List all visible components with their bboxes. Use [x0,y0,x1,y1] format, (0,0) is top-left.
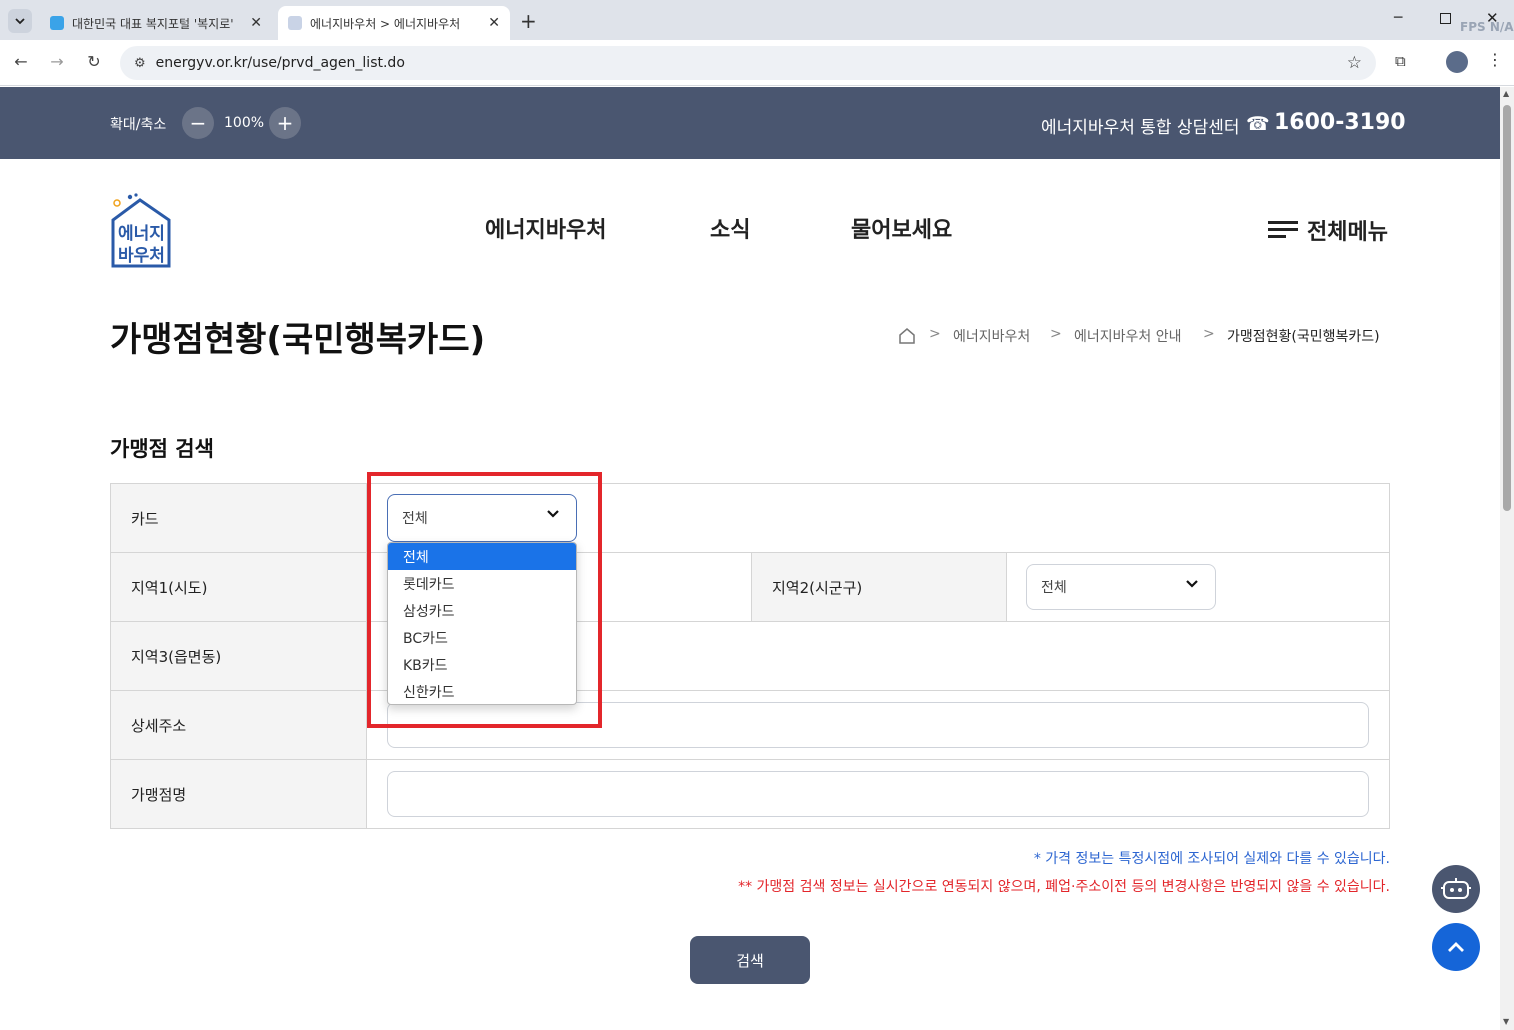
zoom-value: 100% [224,115,265,131]
address-label: 상세주소 [111,691,367,759]
page-scrollbar[interactable]: ▲ ▼ [1500,87,1514,1030]
region3-label: 지역3(읍면동) [111,622,367,690]
forward-icon[interactable]: → [46,52,68,71]
scroll-down-arrow-icon[interactable]: ▼ [1503,1017,1509,1026]
bokjiro-favicon-icon [50,16,64,30]
document-favicon-icon [288,16,302,30]
maximize-window-button[interactable] [1440,13,1451,24]
tab-title: 대한민국 대표 복지포털 '복지로' [72,16,234,31]
highlight-box [367,472,602,728]
chevron-down-icon [15,18,25,25]
chatbot-button[interactable] [1432,865,1480,913]
close-tab-icon[interactable]: ✕ [250,15,262,31]
all-menu-button[interactable]: 전체메뉴 [1268,214,1388,246]
chevron-down-icon [1186,580,1198,588]
card-label: 카드 [111,484,367,552]
scroll-up-arrow-icon[interactable]: ▲ [1503,89,1509,98]
nav-news[interactable]: 소식 [710,212,750,244]
bookmark-star-icon[interactable]: ☆ [1347,53,1362,73]
call-center-label: 에너지바우처 통합 상담센터 [1041,118,1240,138]
fps-overlay: FPS N/A [1460,20,1514,34]
page-title: 가맹점현황(국민행복카드) [110,320,486,360]
minimize-window-button[interactable]: ─ [1394,10,1402,26]
address-bar[interactable]: ⚙ energyv.or.kr/use/prvd_agen_list.do ☆ [120,46,1376,80]
site-settings-icon[interactable]: ⚙ [134,56,146,71]
phone-number[interactable]: 1600-3190 [1274,110,1406,135]
breadcrumb-item[interactable]: 에너지바우처 안내 [1074,326,1182,346]
robot-icon [1441,878,1471,899]
browser-tab-bar: 대한민국 대표 복지포털 '복지로' ✕ 에너지바우처 > 에너지바우처 ✕ +… [0,0,1514,40]
region1-label: 지역1(시도) [111,553,367,621]
browser-menu-icon[interactable]: ⋮ [1487,50,1503,69]
utility-bar: 확대/축소 − 100% + 에너지바우처 통합 상담센터 ☎ 1600-319… [0,87,1500,159]
nav-energy-voucher[interactable]: 에너지바우처 [485,212,606,244]
price-info-note: * 가격 정보는 특정시점에 조사되어 실제와 다를 수 있습니다. [1033,851,1390,867]
region2-select[interactable]: 전체 [1026,564,1216,610]
zoom-label: 확대/축소 [110,117,167,133]
logo-text-line2: 바우처 [118,246,165,266]
store-name-input[interactable] [387,771,1369,817]
phone-icon: ☎ [1246,113,1270,135]
close-tab-icon[interactable]: ✕ [488,15,500,31]
zoom-in-button[interactable]: + [269,107,301,139]
browser-toolbar: ← → ↻ ⚙ energyv.or.kr/use/prvd_agen_list… [0,40,1514,86]
site-logo[interactable]: 에너지 바우처 [110,192,172,268]
url-text: energyv.or.kr/use/prvd_agen_list.do [155,55,405,71]
scrollbar-thumb[interactable] [1503,105,1511,511]
extensions-icon[interactable]: ⧉ [1395,52,1406,70]
profile-avatar-icon[interactable] [1446,51,1468,73]
search-button[interactable]: 검색 [690,936,810,984]
form-row-region3: 지역3(읍면동) [111,622,1389,691]
breadcrumb-separator: > [929,326,941,342]
store-name-label: 가맹점명 [111,760,367,828]
browser-tab-energyv[interactable]: 에너지바우처 > 에너지바우처 ✕ [278,6,510,40]
browser-tab-bokjiro[interactable]: 대한민국 대표 복지포털 '복지로' ✕ [40,6,272,40]
reload-icon[interactable]: ↻ [83,52,105,71]
all-menu-label: 전체메뉴 [1307,220,1388,245]
breadcrumb-item[interactable]: 에너지바우처 [953,326,1030,346]
breadcrumb-current: 가맹점현황(국민행복카드) [1227,329,1380,345]
region2-select-value: 전체 [1041,580,1067,596]
breadcrumb-separator: > [1050,326,1062,342]
section-title: 가맹점 검색 [110,437,214,461]
realtime-warning-note: ** 가맹점 검색 정보는 실시간으로 연동되지 않으며, 폐업·주소이전 등의… [738,879,1390,895]
form-row-card: 카드 [111,484,1389,553]
region2-label: 지역2(시군구) [751,553,1007,621]
tab-title: 에너지바우처 > 에너지바우처 [310,16,461,31]
scroll-top-button[interactable] [1432,923,1480,971]
back-icon[interactable]: ← [10,52,32,71]
new-tab-button[interactable]: + [520,9,537,33]
breadcrumb-separator: > [1203,326,1215,342]
zoom-out-button[interactable]: − [182,107,214,139]
tab-list-dropdown-button[interactable] [8,9,32,33]
fps-value: N/A [1489,20,1514,34]
home-icon[interactable] [898,327,916,345]
fps-label: FPS [1460,20,1486,34]
hamburger-icon [1268,221,1298,238]
nav-ask[interactable]: 물어보세요 [851,212,952,244]
chevron-up-icon [1448,942,1464,952]
